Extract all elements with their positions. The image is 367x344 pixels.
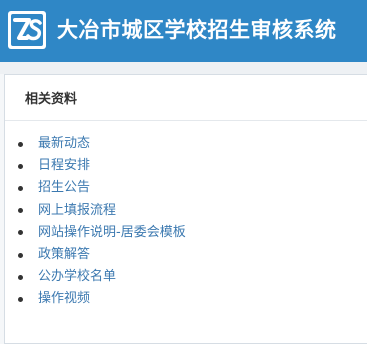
link-public-school-list[interactable]: 公办学校名单 [38,268,116,286]
list-item: 招生公告 [18,177,186,199]
bullet-icon [18,230,23,236]
panel-heading: 相关资料 [5,75,367,121]
link-operation-video[interactable]: 操作视频 [38,290,90,308]
bullet-icon [18,208,23,214]
bullet-icon [18,141,23,147]
app-title: 大冶市城区学校招生审核系统 [57,18,337,42]
list-item: 日程安排 [18,155,186,177]
list-item: 网上填报流程 [18,200,186,222]
list-item: 公办学校名单 [18,266,186,288]
link-policy-answers[interactable]: 政策解答 [38,246,90,264]
list-item: 政策解答 [18,244,186,266]
bullet-icon [18,274,23,280]
list-item: 最新动态 [18,133,186,155]
link-enrollment-announcement[interactable]: 招生公告 [38,179,90,197]
link-latest-news[interactable]: 最新动态 [38,135,90,153]
list-item: 网站操作说明-居委会模板 [18,222,186,244]
zs-logo-icon [8,11,46,49]
bullet-icon [18,163,23,169]
app-header: 大冶市城区学校招生审核系统 [0,0,367,62]
link-online-application-process[interactable]: 网上填报流程 [38,202,116,220]
bullet-icon [18,252,23,258]
related-materials-panel: 相关资料 最新动态 日程安排 招生公告 网上填报流程 网站操作说明-居委会模板 … [4,74,367,344]
link-website-operation-guide[interactable]: 网站操作说明-居委会模板 [38,224,186,242]
link-schedule[interactable]: 日程安排 [38,157,90,175]
list-item: 操作视频 [18,288,186,310]
bullet-icon [18,185,23,191]
materials-link-list: 最新动态 日程安排 招生公告 网上填报流程 网站操作说明-居委会模板 政策解答 … [18,133,186,311]
bullet-icon [18,296,23,302]
header-divider-strip [0,62,367,74]
